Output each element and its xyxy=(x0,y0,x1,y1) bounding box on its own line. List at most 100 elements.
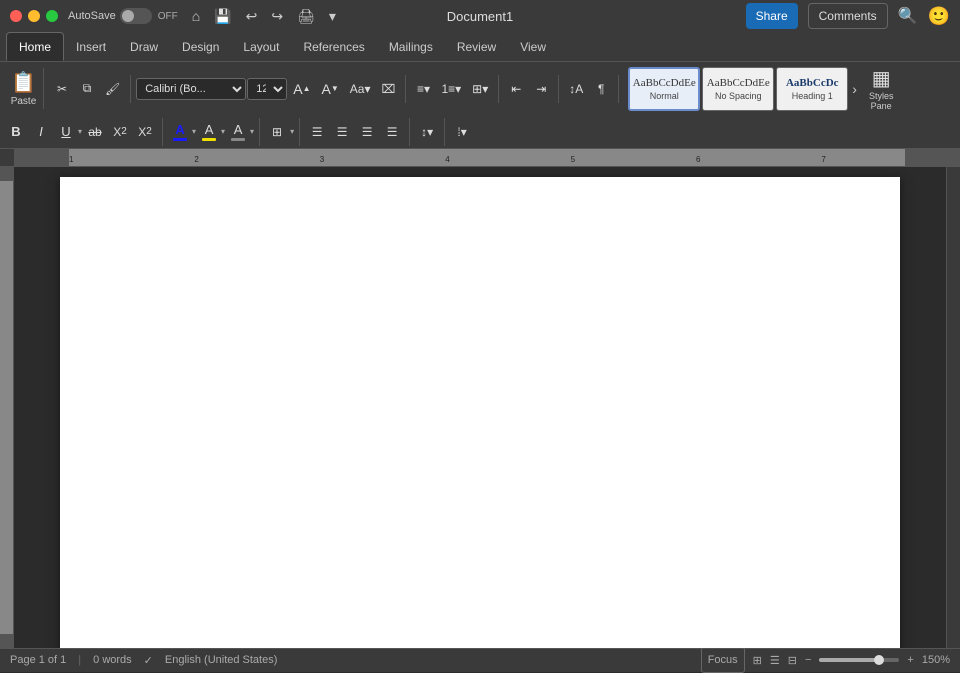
layout-view-icon[interactable]: ⊞ xyxy=(753,654,762,667)
zoom-slider[interactable] xyxy=(819,658,899,662)
minimize-button[interactable] xyxy=(28,10,40,22)
v-ruler-track xyxy=(0,181,13,634)
style-normal[interactable]: AaBbCcDdEe Normal xyxy=(628,67,700,111)
indent-group: ⇤ ⇥ xyxy=(504,76,553,102)
strikethrough-button[interactable]: ab xyxy=(83,119,107,145)
zoom-plus[interactable]: + xyxy=(907,654,913,666)
undo-icon[interactable]: ↩ xyxy=(242,6,262,27)
search-icon[interactable]: 🔍 xyxy=(898,6,918,26)
line-spacing-button[interactable]: ↕▾ xyxy=(415,119,439,145)
bullet-list-button[interactable]: ≡▾ xyxy=(411,76,435,102)
autosave-label: AutoSave xyxy=(68,10,116,22)
titlebar-nav-icons: ⌂ 💾 ↩ ↪ 🖨 ▾ xyxy=(188,6,340,27)
zoom-percent[interactable]: 150% xyxy=(922,654,950,666)
save-icon[interactable]: 💾 xyxy=(210,6,235,27)
copy-button[interactable]: ⧉ xyxy=(75,76,99,102)
close-button[interactable] xyxy=(10,10,22,22)
align-left-button[interactable]: ☰ xyxy=(305,119,329,145)
document-area[interactable] xyxy=(14,167,946,648)
underline-dropdown[interactable]: U ▾ xyxy=(54,119,82,145)
right-scrollbar[interactable] xyxy=(946,167,960,648)
tab-references[interactable]: References xyxy=(291,32,376,61)
para-spacing-group: ⁞▾ xyxy=(450,119,474,145)
font-color-button[interactable]: A xyxy=(168,119,192,145)
style-no-spacing[interactable]: AaBbCcDdEe No Spacing xyxy=(702,67,774,111)
styles-pane-icon: ▦ xyxy=(872,66,891,91)
print-icon[interactable]: 🖨 xyxy=(293,6,319,27)
numbered-list-button[interactable]: 1≡▾ xyxy=(436,76,466,102)
increase-font-button[interactable]: A▲ xyxy=(288,76,315,102)
tab-design[interactable]: Design xyxy=(170,32,231,61)
highlight-dropdown[interactable]: A ▾ xyxy=(197,119,225,145)
align-center-button[interactable]: ☰ xyxy=(330,119,354,145)
view-icon-1[interactable]: ☰ xyxy=(770,654,780,667)
justify-button[interactable]: ☰ xyxy=(380,119,404,145)
v-ruler-bottom xyxy=(0,634,13,648)
customize-icon[interactable]: ▾ xyxy=(325,6,340,27)
tab-draw[interactable]: Draw xyxy=(118,32,170,61)
shading-indicator xyxy=(231,138,245,141)
line-spacing-group: ↕▾ xyxy=(415,119,439,145)
bold-button[interactable]: B xyxy=(4,119,28,145)
subscript-button[interactable]: X2 xyxy=(108,119,132,145)
clear-formatting-button[interactable]: ⌧ xyxy=(376,76,400,102)
borders-button[interactable]: ⊞ xyxy=(265,119,289,145)
fullscreen-button[interactable] xyxy=(46,10,58,22)
style-normal-preview: AaBbCcDdEe xyxy=(633,77,696,90)
shading-button[interactable]: A xyxy=(226,119,250,145)
superscript-button[interactable]: X2 xyxy=(133,119,157,145)
shading-dropdown[interactable]: A ▾ xyxy=(226,119,254,145)
account-icon[interactable]: 🙂 xyxy=(928,6,950,27)
tab-review[interactable]: Review xyxy=(445,32,508,61)
shading-icon: A xyxy=(234,122,243,137)
decrease-font-button[interactable]: A▼ xyxy=(317,76,344,102)
tab-mailings[interactable]: Mailings xyxy=(377,32,445,61)
ruler-right-margin xyxy=(905,149,960,166)
align-right-button[interactable]: ☰ xyxy=(355,119,379,145)
cut-button[interactable]: ✂ xyxy=(50,76,74,102)
styles-pane-button[interactable]: ▦ StylesPane xyxy=(865,64,898,114)
styles-scroll-right[interactable]: › xyxy=(850,79,859,99)
paste-label: Paste xyxy=(11,96,37,107)
document-page[interactable] xyxy=(60,177,900,648)
style-heading1-label: Heading 1 xyxy=(792,91,833,101)
font-size-select[interactable]: 12 8 10 14 16 18 24 36 xyxy=(247,78,287,100)
sep-format-3 xyxy=(299,118,300,146)
highlight-color-indicator xyxy=(202,138,216,141)
underline-button[interactable]: U xyxy=(54,119,78,145)
font-color-dropdown[interactable]: A ▾ xyxy=(168,119,196,145)
tab-insert[interactable]: Insert xyxy=(64,32,118,61)
redo-icon[interactable]: ↪ xyxy=(267,6,287,27)
paste-group[interactable]: 📋 Paste xyxy=(4,68,44,109)
sep-format-5 xyxy=(444,118,445,146)
autosave-toggle[interactable] xyxy=(120,8,152,24)
increase-indent-button[interactable]: ⇥ xyxy=(529,76,553,102)
multilevel-list-button[interactable]: ⊞▾ xyxy=(467,76,493,102)
italic-button[interactable]: I xyxy=(29,119,53,145)
sep-format-2 xyxy=(259,118,260,146)
format-painter-button[interactable]: 🖌 xyxy=(100,76,125,102)
tab-home[interactable]: Home xyxy=(6,32,64,61)
change-case-button[interactable]: Aa▾ xyxy=(345,76,376,102)
proofing-icon[interactable]: ✓ xyxy=(144,654,153,667)
zoom-minus[interactable]: − xyxy=(805,654,811,666)
underline-arrow: ▾ xyxy=(78,127,82,136)
sep-4 xyxy=(558,75,559,103)
font-family-select[interactable]: Calibri (Bo... xyxy=(136,78,246,100)
view-icon-2[interactable]: ⊟ xyxy=(788,654,797,667)
decrease-indent-button[interactable]: ⇤ xyxy=(504,76,528,102)
focus-button[interactable]: Focus xyxy=(701,647,745,673)
status-bar: Page 1 of 1 | 0 words ✓ English (United … xyxy=(0,648,960,672)
borders-arrow: ▾ xyxy=(290,127,294,136)
style-heading1[interactable]: AaBbCcDc Heading 1 xyxy=(776,67,848,111)
tab-layout[interactable]: Layout xyxy=(231,32,291,61)
para-spacing-button[interactable]: ⁞▾ xyxy=(450,119,474,145)
show-marks-button[interactable]: ¶ xyxy=(589,76,613,102)
sort-button[interactable]: ↕A xyxy=(564,76,588,102)
home-icon[interactable]: ⌂ xyxy=(188,6,204,26)
share-button[interactable]: Share xyxy=(746,3,798,29)
comments-button[interactable]: Comments xyxy=(808,3,888,29)
language[interactable]: English (United States) xyxy=(165,654,278,666)
highlight-button[interactable]: A xyxy=(197,119,221,145)
tab-view[interactable]: View xyxy=(508,32,558,61)
